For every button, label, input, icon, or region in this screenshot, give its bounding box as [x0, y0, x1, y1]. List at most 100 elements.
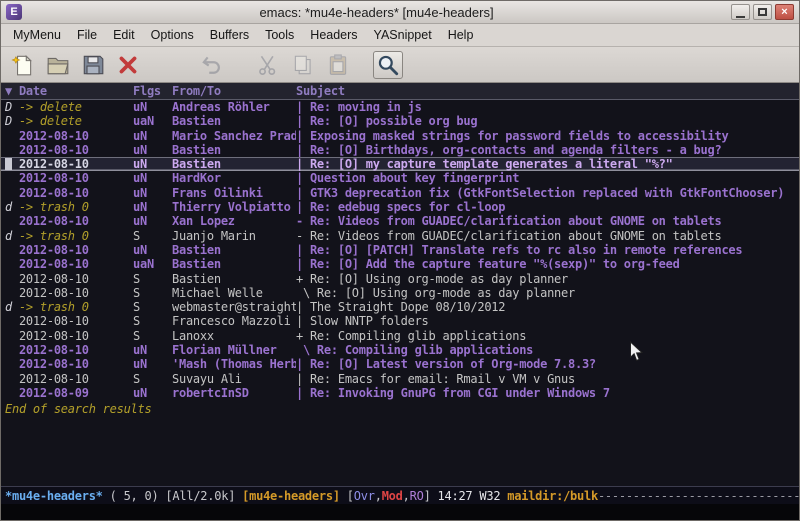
message-flags: uaN — [133, 114, 172, 128]
modeline-dashes: ---------------------------------- — [598, 489, 799, 503]
message-row[interactable]: 2012-08-10 S Suvayu Ali | Re: Emacs for … — [1, 372, 799, 386]
message-subject: | Re: [O] Birthdays, org-contacts and ag… — [296, 143, 799, 157]
message-from: Suvayu Ali — [172, 372, 296, 386]
message-flags: S — [133, 229, 172, 243]
message-from: Michael Welle — [172, 286, 296, 300]
message-row[interactable]: 2012-08-10 uN Mario Sanchez Prada | Expo… — [1, 129, 799, 143]
message-row[interactable]: D -> delete uaN Bastien | Re: [O] possib… — [1, 114, 799, 128]
save-icon — [81, 53, 105, 77]
message-row[interactable]: 2012-08-10 uN Bastien | Re: [O] [PATCH] … — [1, 243, 799, 257]
message-date: D -> delete — [5, 114, 133, 128]
message-row[interactable]: 2012-08-10 S Michael Welle \ Re: [O] Usi… — [1, 286, 799, 300]
message-row[interactable]: 2012-08-10 uN HardKor | Question about k… — [1, 171, 799, 185]
message-date: 2012-08-10 — [5, 343, 133, 357]
menu-yasnippet[interactable]: YASnippet — [366, 25, 440, 45]
menu-headers[interactable]: Headers — [302, 25, 365, 45]
message-subject: | Re: Emacs for email: Rmail v VM v Gnus — [296, 372, 799, 386]
message-from: Frans Oilinki — [172, 186, 296, 200]
message-row[interactable]: d -> trash 0 S webmaster@straightd... | … — [1, 300, 799, 314]
message-row[interactable]: 2012-08-10 uN Florian Müllner \ Re: Comp… — [1, 343, 799, 357]
message-subject: | The Straight Dope 08/10/2012 — [296, 300, 799, 314]
message-row[interactable]: 2012-08-10 uaN Bastien | Re: [O] Add the… — [1, 257, 799, 271]
kill-buffer-button[interactable] — [113, 51, 143, 79]
menu-buffers[interactable]: Buffers — [202, 25, 257, 45]
window-buttons: × — [731, 4, 794, 20]
message-from: webmaster@straightd... — [172, 300, 296, 314]
message-from: HardKor — [172, 171, 296, 185]
message-date: 2012-08-10 — [5, 329, 133, 343]
message-flags: uN — [133, 214, 172, 228]
message-row[interactable]: 2012-08-10 uN Bastien | Re: [O] Birthday… — [1, 143, 799, 157]
message-from: Florian Müllner — [172, 343, 296, 357]
message-from: Bastien — [172, 243, 296, 257]
message-from: Francesco Mazzoli — [172, 314, 296, 328]
message-row[interactable]: d -> trash 0 uN Thierry Volpiatto | Re: … — [1, 200, 799, 214]
search-button[interactable] — [373, 51, 403, 79]
mouse-cursor — [629, 341, 644, 363]
message-date: 2012-08-10 — [5, 257, 133, 271]
message-from: Bastien — [172, 143, 296, 157]
close-button[interactable]: × — [775, 4, 794, 20]
menu-mymenu[interactable]: MyMenu — [5, 25, 69, 45]
menu-file[interactable]: File — [69, 25, 105, 45]
maximize-button[interactable] — [753, 4, 772, 20]
message-date: 2012-08-10 — [5, 214, 133, 228]
message-row[interactable]: D -> delete uN Andreas Röhler | Re: movi… — [1, 100, 799, 114]
column-flags[interactable]: Flgs — [133, 83, 172, 99]
text-cursor — [5, 158, 12, 170]
column-subject[interactable]: Subject — [296, 83, 799, 99]
message-date: d -> trash 0 — [5, 229, 133, 243]
new-file-icon — [11, 53, 35, 77]
open-file-button[interactable] — [43, 51, 73, 79]
message-from: Andreas Röhler — [172, 100, 296, 114]
search-icon — [376, 53, 400, 77]
message-row[interactable]: 2012-08-10 uN Frans Oilinki | GTK3 depre… — [1, 186, 799, 200]
message-flags: uN — [133, 243, 172, 257]
undo-button — [197, 51, 227, 79]
copy-button — [288, 51, 318, 79]
message-row[interactable]: 2012-08-10 uN Bastien | Re: [O] my captu… — [1, 157, 799, 171]
minimize-button[interactable] — [731, 4, 750, 20]
emacs-window: E emacs: *mu4e-headers* [mu4e-headers] ×… — [0, 0, 800, 521]
message-row[interactable]: 2012-08-09 uN robertcInSD | Re: Invoking… — [1, 386, 799, 400]
message-from: Xan Lopez — [172, 214, 296, 228]
message-flags: uN — [133, 129, 172, 143]
message-flags: uN — [133, 186, 172, 200]
column-date[interactable]: ▼ Date — [5, 83, 133, 99]
emacs-icon[interactable]: E — [6, 4, 22, 20]
modeline-plain: , — [403, 489, 410, 503]
message-from: Lanoxx — [172, 329, 296, 343]
menu-help[interactable]: Help — [440, 25, 482, 45]
message-row[interactable]: 2012-08-10 uN 'Mash (Thomas Herbert) | R… — [1, 357, 799, 371]
minimize-icon — [736, 16, 745, 18]
message-date: 2012-08-10 — [5, 372, 133, 386]
menu-options[interactable]: Options — [143, 25, 202, 45]
menu-tools[interactable]: Tools — [257, 25, 302, 45]
save-buffer-button[interactable] — [78, 51, 108, 79]
message-date: 2012-08-10 — [5, 171, 133, 185]
paste-icon — [326, 53, 350, 77]
message-row[interactable]: 2012-08-10 S Bastien + Re: [O] Using org… — [1, 272, 799, 286]
message-subject: | Re: [O] Latest version of Org-mode 7.8… — [296, 357, 799, 371]
message-from: Mario Sanchez Prada — [172, 129, 296, 143]
message-from: Thierry Volpiatto — [172, 200, 296, 214]
mu4e-headers-buffer: ▼ Date Flgs From/To Subject D -> delete … — [1, 83, 799, 486]
undo-icon — [200, 53, 224, 77]
message-row[interactable]: d -> trash 0 S Juanjo Marin - Re: Videos… — [1, 229, 799, 243]
modeline-plain: ( 5, 0) [All/2.0k] — [103, 489, 243, 503]
modeline-buffer-name: *mu4e-headers* — [5, 489, 103, 503]
message-subject: | Re: edebug specs for cl-loop — [296, 200, 799, 214]
message-from: Bastien — [172, 272, 296, 286]
menu-edit[interactable]: Edit — [105, 25, 143, 45]
message-row[interactable]: 2012-08-10 S Francesco Mazzoli | Slow NN… — [1, 314, 799, 328]
message-date: d -> trash 0 — [5, 200, 133, 214]
message-row[interactable]: 2012-08-10 S Lanoxx + Re: Compiling glib… — [1, 329, 799, 343]
message-date: D -> delete — [5, 100, 133, 114]
cut-icon — [256, 53, 280, 77]
column-from[interactable]: From/To — [172, 83, 296, 99]
new-file-button[interactable] — [8, 51, 38, 79]
message-flags: uN — [133, 100, 172, 114]
titlebar: E emacs: *mu4e-headers* [mu4e-headers] × — [1, 1, 799, 24]
message-row[interactable]: 2012-08-10 uN Xan Lopez - Re: Videos fro… — [1, 214, 799, 228]
close-buffer-icon — [116, 53, 140, 77]
